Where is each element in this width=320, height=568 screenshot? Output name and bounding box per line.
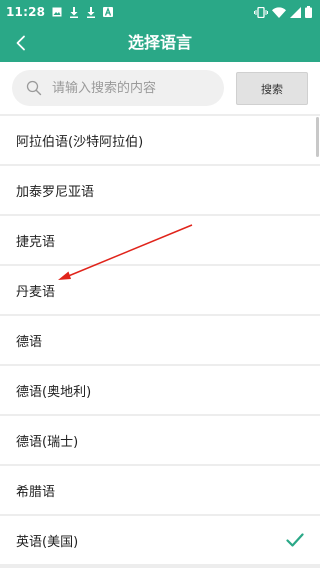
search-area: 搜索	[0, 62, 320, 114]
search-input[interactable]	[52, 70, 218, 106]
language-item[interactable]: 捷克语	[0, 216, 320, 264]
back-button[interactable]	[8, 30, 34, 56]
language-label: 捷克语	[16, 234, 56, 250]
language-item[interactable]: 德语(奥地利)	[0, 366, 320, 414]
language-label: 英语(美国)	[16, 534, 79, 550]
chevron-left-icon	[16, 35, 25, 51]
language-label: 丹麦语	[16, 284, 56, 300]
language-list: 阿拉伯语(沙特阿拉伯) 加泰罗尼亚语 捷克语丹麦语德语德语(奥地利) 德语(瑞士) 希腊…	[0, 116, 320, 566]
language-label: 阿拉伯语(沙特阿拉伯)	[16, 134, 144, 150]
language-label: 德语(瑞士)	[16, 434, 79, 450]
a-app-icon	[103, 7, 114, 17]
status-right	[254, 6, 312, 18]
download-icon	[70, 6, 79, 18]
image-icon	[52, 7, 62, 17]
search-box[interactable]	[12, 70, 224, 106]
status-time: 11:28	[6, 5, 46, 19]
title-bar: 选择语言	[0, 24, 320, 62]
status-left: 11:28	[6, 5, 114, 19]
language-label: 加泰罗尼亚语	[16, 184, 95, 200]
language-item[interactable]: 丹麦语	[0, 266, 320, 314]
search-button[interactable]: 搜索	[236, 72, 308, 105]
language-item[interactable]: 德语(瑞士)	[0, 416, 320, 464]
download-icon	[87, 6, 96, 18]
status-bar: 11:28	[0, 0, 320, 24]
signal-icon	[290, 6, 301, 18]
language-label: 德语(奥地利)	[16, 384, 92, 400]
language-item[interactable]: 希腊语	[0, 466, 320, 514]
page-title: 选择语言	[127, 33, 192, 52]
language-label: 德语	[16, 334, 43, 350]
vibrate-icon	[254, 6, 268, 18]
language-select-screen: 11:28 选择语言 请输入搜索的内容 搜索 阿拉伯语(沙特阿拉伯) 加泰罗尼亚…	[0, 0, 320, 568]
language-item[interactable]: 英语(美国)	[0, 516, 320, 564]
language-item[interactable]: 德语	[0, 316, 320, 364]
scrollbar[interactable]	[316, 117, 319, 157]
search-icon	[26, 80, 42, 96]
battery-icon	[305, 6, 312, 18]
wifi-icon	[272, 6, 286, 18]
check-icon	[286, 533, 304, 547]
language-item[interactable]: 阿拉伯语(沙特阿拉伯)	[0, 116, 320, 164]
language-label: 希腊语	[16, 484, 56, 500]
language-item[interactable]: 加泰罗尼亚语	[0, 166, 320, 214]
